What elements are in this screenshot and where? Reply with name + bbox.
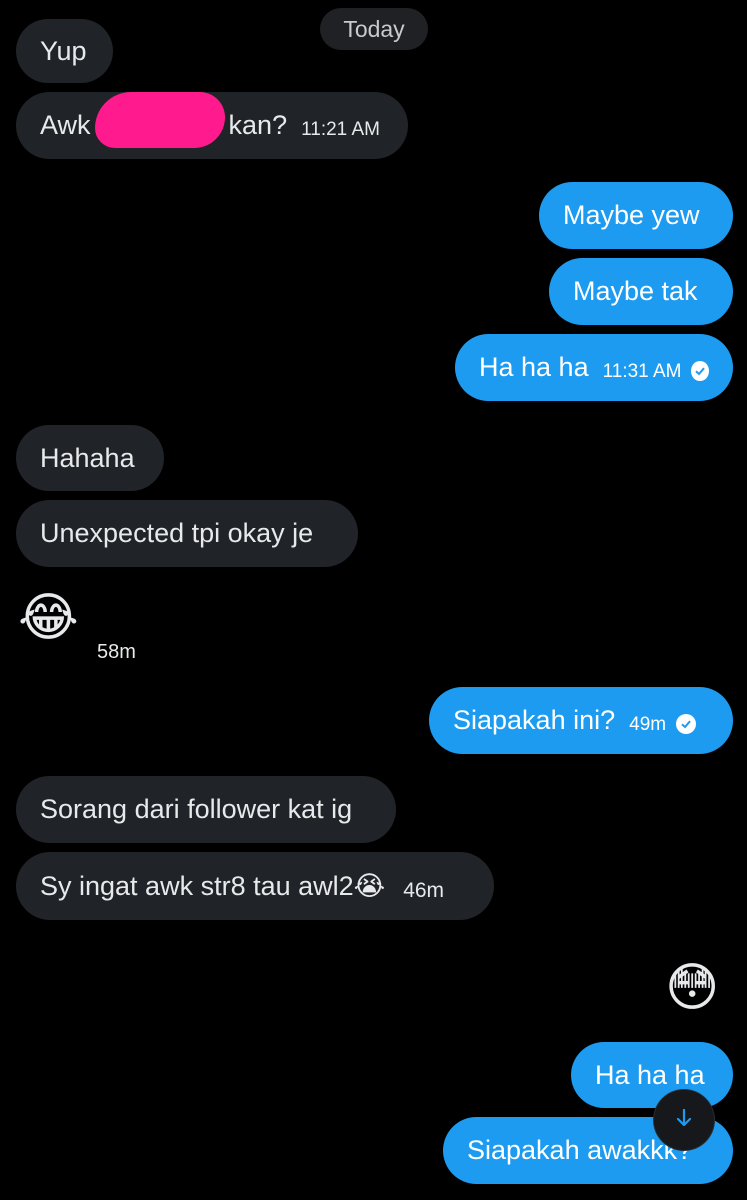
message-timestamp: 46m: [403, 878, 445, 902]
message-text-end: kan?: [228, 110, 288, 140]
message-timestamp: 58m: [97, 641, 136, 663]
message-sent-bubble[interactable]: Maybe yew: [539, 182, 733, 249]
date-divider-label: Today: [343, 15, 405, 42]
message-timestamp: 11:21 AM: [301, 119, 380, 140]
message-text: Unexpected tpi okay je: [40, 518, 314, 548]
message-text: Sy ingat awk str8 tau awl2😭: [40, 870, 386, 901]
message-text: Ha ha ha: [479, 352, 589, 382]
message-received-bubble[interactable]: Hahaha: [16, 425, 164, 491]
message-sent-bubble[interactable]: Ha ha ha 11:31 AM: [455, 334, 733, 401]
arrow-down-icon: [673, 1107, 695, 1134]
check-circle-icon: [676, 713, 697, 734]
message-received-bubble[interactable]: Yup: [16, 19, 113, 83]
date-divider: Today: [320, 8, 428, 50]
message-text: Hahaha: [40, 442, 135, 473]
message-sent-bubble[interactable]: Ha ha ha: [571, 1042, 733, 1108]
message-text: Yup: [40, 35, 87, 66]
message-received-bubble[interactable]: Sy ingat awk str8 tau awl2😭 46m: [16, 852, 494, 920]
message-text-start: Awk: [40, 110, 91, 140]
message-text: Siapakah awakkk?: [467, 1135, 693, 1165]
message-text: Sorang dari follower kat ig: [40, 794, 353, 824]
message-text: Maybe yew: [563, 200, 700, 230]
message-text: Siapakah ini?: [453, 705, 616, 735]
message-text: Ha ha ha: [595, 1059, 705, 1090]
message-timestamp: 49m: [629, 714, 667, 735]
message-received-bubble[interactable]: Sorang dari follower kat ig: [16, 776, 396, 843]
check-circle-icon: [691, 360, 709, 381]
message-received-bubble[interactable]: Awk kan? 11:21 AM: [16, 91, 408, 159]
message-timestamp: 11:31 AM: [602, 361, 682, 382]
message-text: Maybe tak: [573, 276, 698, 306]
scroll-down-button[interactable]: [654, 1090, 714, 1150]
emoji-message[interactable]: 😳: [665, 962, 719, 1014]
message-sent-bubble[interactable]: Siapakah ini? 49m: [429, 687, 733, 754]
redaction-mark: [94, 91, 225, 148]
emoji-message[interactable]: 😂: [18, 592, 79, 644]
message-received-bubble[interactable]: Unexpected tpi okay je: [16, 500, 358, 567]
message-sent-bubble[interactable]: Maybe tak: [549, 258, 733, 325]
